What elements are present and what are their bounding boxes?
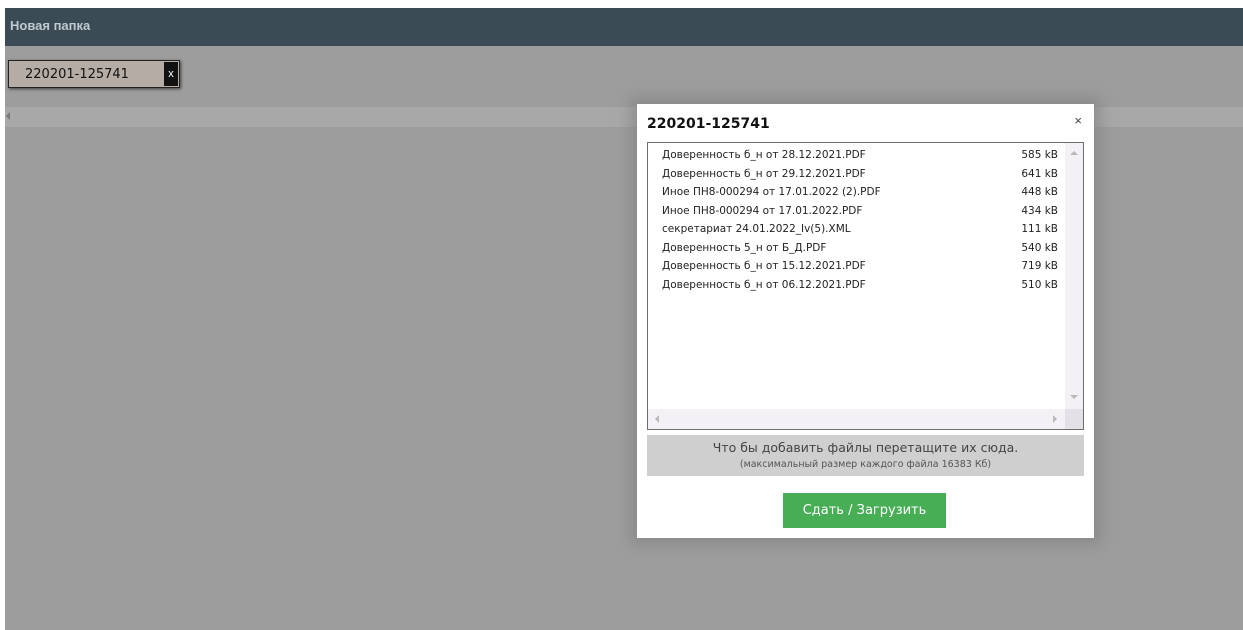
file-name: Иное ПН8-000294 от 17.01.2022.PDF [662,204,863,217]
arrow-down-icon[interactable] [1070,395,1078,399]
file-size: 434 kB [1021,204,1058,217]
file-size: 540 kB [1021,241,1058,254]
upload-button[interactable]: Сдать / Загрузить [783,493,946,528]
file-size: 719 kB [1021,260,1058,272]
drop-zone-text: Что бы добавить файлы перетащите их сюда… [712,440,1019,455]
file-list-item[interactable]: Доверенность б_н от 15.12.2021.PDF 719 kB [662,258,1058,276]
folder-tab-label: 220201-125741 [25,67,129,82]
file-list: Доверенность б_н от 28.12.2021.PDF 585 kB… [648,143,1065,409]
file-list-item[interactable]: секретариат 24.01.2022_Iv(5).XML 111 kB [662,221,1058,239]
drop-zone-limit-text: (максимальный размер каждого файла 16383… [739,459,992,470]
file-size: 111 kB [1021,223,1058,235]
dialog-title: 220201-125741 [647,116,770,132]
file-size: 510 kB [1021,278,1058,291]
file-list-item[interactable]: Иное ПН8-000294 от 17.01.2022.PDF 434 kB [662,203,1058,221]
file-size: 585 kB [1021,149,1058,161]
file-name: Доверенность б_н от 15.12.2021.PDF [662,260,866,272]
file-drop-zone[interactable]: Что бы добавить файлы перетащите их сюда… [647,435,1084,476]
scrollbar-corner [1065,409,1083,429]
file-name: Доверенность б_н от 29.12.2021.PDF [662,167,866,180]
vertical-scrollbar[interactable] [1065,143,1083,409]
file-name: Доверенность б_н от 06.12.2021.PDF [662,278,866,291]
arrow-left-icon[interactable] [655,415,659,423]
folder-title: Новая папка [10,18,91,33]
folder-tab[interactable]: 220201-125741 x [8,60,180,88]
horizontal-scrollbar[interactable] [648,409,1065,429]
file-list-item[interactable]: Доверенность 5_н от Б_Д.PDF 540 kB [662,240,1058,258]
file-name: Иное ПН8-000294 от 17.01.2022 (2).PDF [662,186,881,198]
header-bar: Новая папка [5,8,1243,46]
file-list-item[interactable]: Доверенность б_н от 28.12.2021.PDF 585 kB [662,147,1058,165]
file-list-item[interactable]: Доверенность б_н от 06.12.2021.PDF 510 kB [662,277,1058,295]
file-name: Доверенность б_н от 28.12.2021.PDF [662,149,866,161]
arrow-up-icon[interactable] [1070,151,1078,155]
file-list-item[interactable]: Доверенность б_н от 29.12.2021.PDF 641 kB [662,166,1058,184]
file-name: Доверенность 5_н от Б_Д.PDF [662,241,827,254]
file-size: 641 kB [1021,167,1058,180]
arrow-right-icon[interactable] [1053,415,1057,423]
file-size: 448 kB [1021,186,1058,198]
file-list-item[interactable]: Иное ПН8-000294 от 17.01.2022 (2).PDF 448… [662,184,1058,202]
file-list-box: Доверенность б_н от 28.12.2021.PDF 585 kB… [647,142,1084,430]
dialog-close-icon[interactable]: × [1074,113,1082,128]
arrow-left-icon[interactable] [6,112,10,120]
file-name: секретариат 24.01.2022_Iv(5).XML [662,223,851,235]
tab-close-icon[interactable]: x [164,62,178,86]
upload-dialog: 220201-125741 × Доверенность б_н от 28.1… [637,104,1094,538]
